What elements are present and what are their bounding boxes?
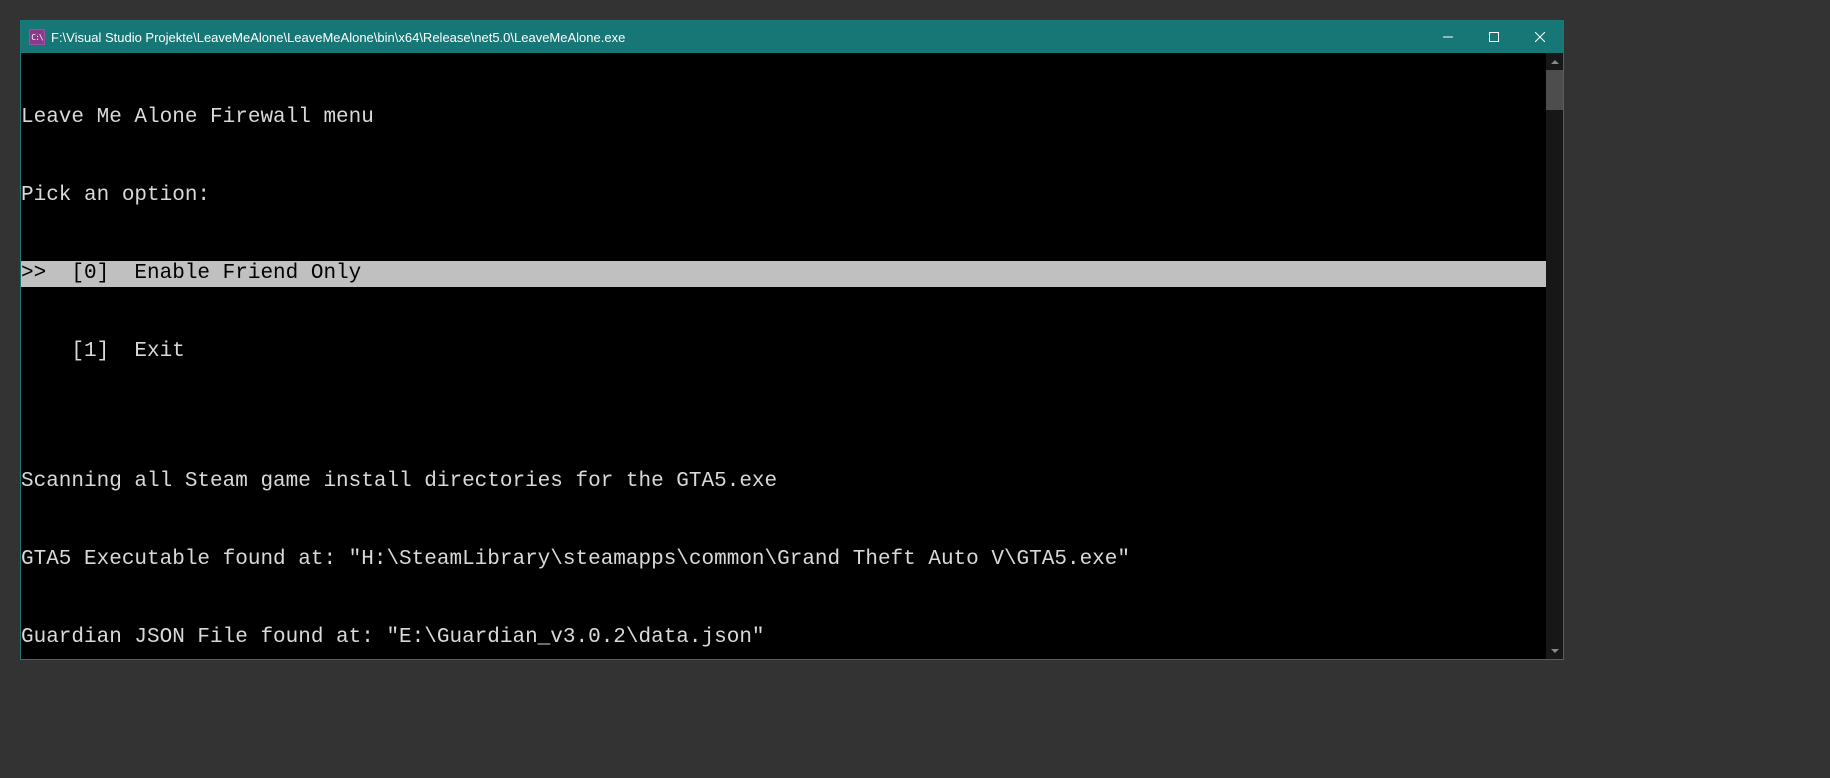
- vertical-scrollbar[interactable]: [1546, 53, 1563, 659]
- console-window: C:\ F:\Visual Studio Projekte\LeaveMeAlo…: [20, 20, 1564, 660]
- scroll-up-button[interactable]: [1546, 53, 1563, 70]
- console-prompt: Pick an option:: [21, 183, 1546, 209]
- output-line: Guardian JSON File found at: "E:\Guardia…: [21, 625, 1546, 651]
- window-title: F:\Visual Studio Projekte\LeaveMeAlone\L…: [51, 30, 1425, 45]
- close-icon: [1535, 32, 1545, 42]
- minimize-icon: [1443, 32, 1453, 42]
- minimize-button[interactable]: [1425, 21, 1471, 53]
- scroll-thumb[interactable]: [1546, 70, 1563, 110]
- console-output[interactable]: Leave Me Alone Firewall menu Pick an opt…: [21, 53, 1546, 659]
- scroll-track[interactable]: [1546, 70, 1563, 642]
- scroll-down-button[interactable]: [1546, 642, 1563, 659]
- maximize-icon: [1489, 32, 1499, 42]
- output-line: Scanning all Steam game install director…: [21, 469, 1546, 495]
- close-button[interactable]: [1517, 21, 1563, 53]
- titlebar[interactable]: C:\ F:\Visual Studio Projekte\LeaveMeAlo…: [21, 21, 1563, 53]
- app-icon: C:\: [29, 29, 45, 45]
- maximize-button[interactable]: [1471, 21, 1517, 53]
- output-line: GTA5 Executable found at: "H:\SteamLibra…: [21, 547, 1546, 573]
- menu-option-0[interactable]: >> [0] Enable Friend Only: [21, 261, 1546, 287]
- chevron-down-icon: [1551, 649, 1559, 653]
- window-controls: [1425, 21, 1563, 53]
- chevron-up-icon: [1551, 60, 1559, 64]
- client-area: Leave Me Alone Firewall menu Pick an opt…: [21, 53, 1563, 659]
- console-header: Leave Me Alone Firewall menu: [21, 105, 1546, 131]
- menu-option-1[interactable]: [1] Exit: [21, 339, 1546, 365]
